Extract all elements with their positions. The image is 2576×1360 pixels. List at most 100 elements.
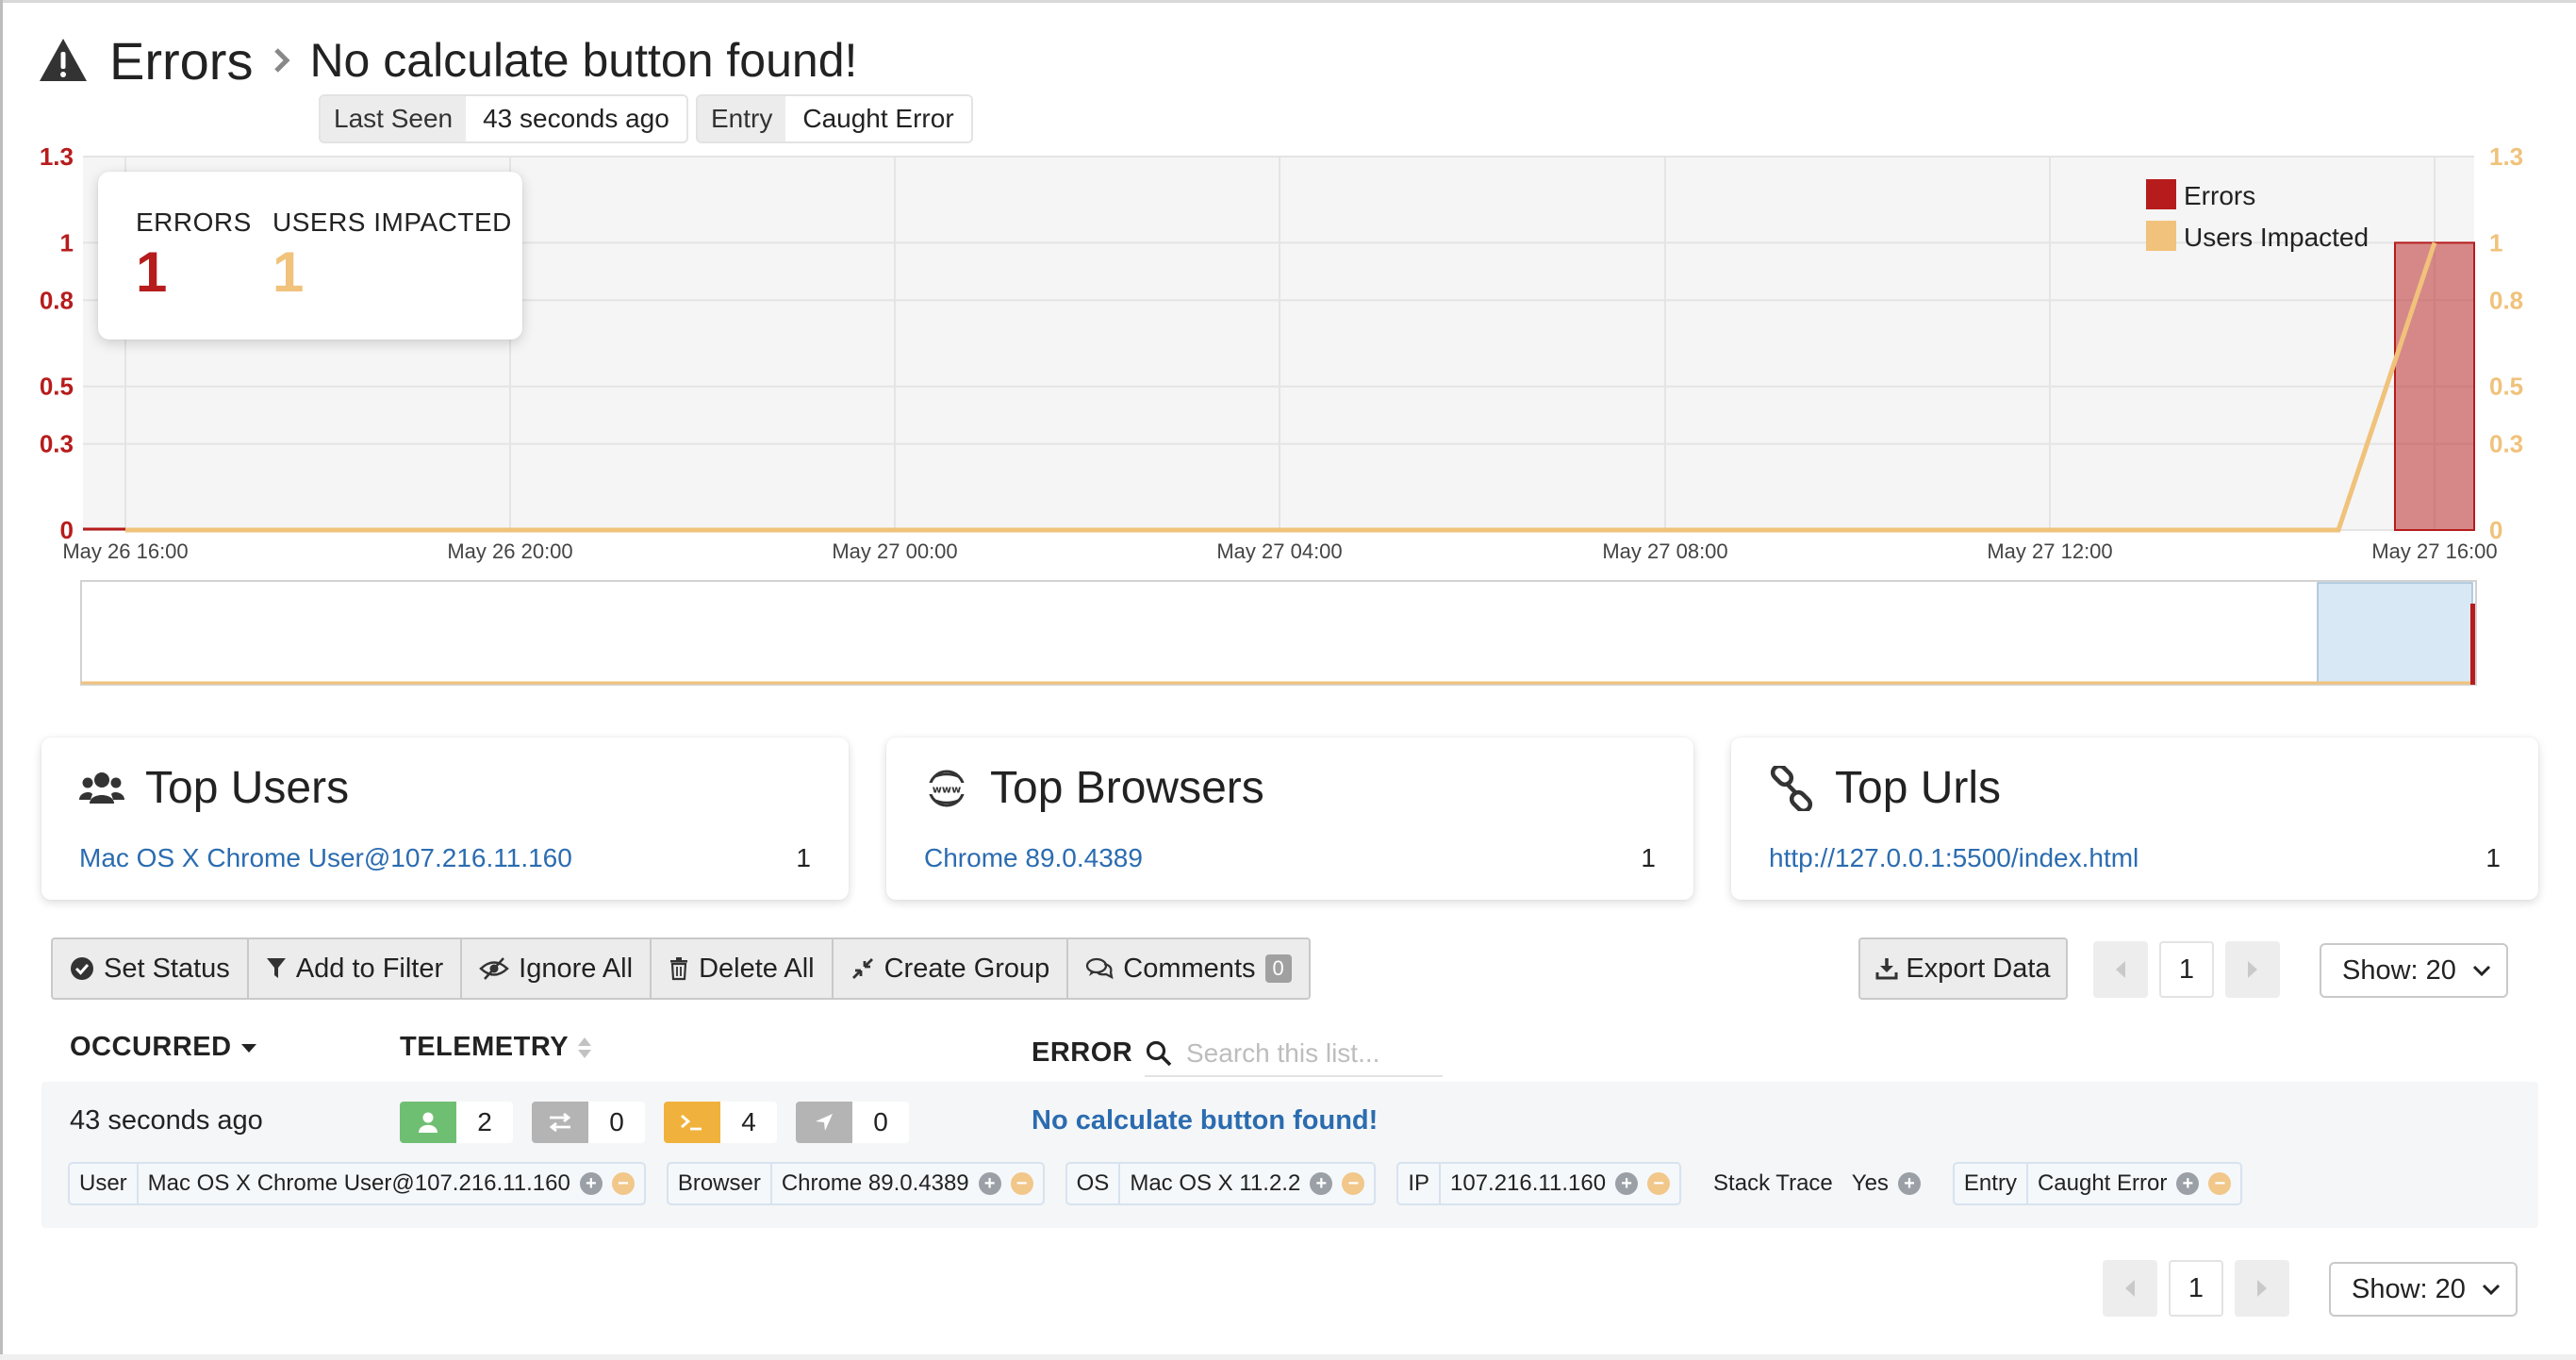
tag-stack-trace-value: Yes xyxy=(1851,1170,1889,1196)
tag-browser-key: Browser xyxy=(669,1164,772,1203)
last-seen-badge: Last Seen 43 seconds ago xyxy=(319,94,688,143)
tag-user: User Mac OS X Chrome User@107.216.11.160… xyxy=(68,1162,646,1205)
pagination-bottom: 1 xyxy=(2103,1260,2289,1317)
navigator-errors-bar xyxy=(2470,604,2475,685)
export-data-label: Export Data xyxy=(1906,953,2051,984)
chevron-down-icon xyxy=(2472,965,2491,977)
y-tick-label-right: 1 xyxy=(2489,228,2502,257)
column-occurred[interactable]: OCCURRED xyxy=(70,1032,258,1063)
add-filter-icon[interactable]: + xyxy=(2176,1172,2200,1195)
top-url-link[interactable]: http://127.0.0.1:5500/index.html xyxy=(1769,843,2138,873)
top-urls-title: Top Urls xyxy=(1769,762,2001,814)
page-size-select[interactable]: Show: 20 xyxy=(2320,943,2508,998)
pagination-top: 1 xyxy=(2093,941,2280,998)
y-tick-label-left: 0.5 xyxy=(40,373,74,401)
top-browser-link[interactable]: Chrome 89.0.4389 xyxy=(924,843,1143,873)
add-filter-icon[interactable]: + xyxy=(1615,1172,1639,1195)
telemetry-network-count: 0 xyxy=(588,1102,645,1143)
errors-count-label: ERRORS xyxy=(136,207,252,237)
users-impacted-value: 1 xyxy=(272,240,305,304)
top-user-link[interactable]: Mac OS X Chrome User@107.216.11.160 xyxy=(79,843,572,873)
telemetry-navigation-count: 0 xyxy=(852,1102,909,1143)
add-filter-icon[interactable]: + xyxy=(1897,1172,1921,1195)
exclude-filter-icon[interactable]: − xyxy=(1342,1172,1365,1195)
tag-stack-trace-key: Stack Trace xyxy=(1713,1170,1833,1196)
tag-os-key: OS xyxy=(1067,1164,1121,1203)
exchange-icon xyxy=(549,1112,571,1133)
page-size-select[interactable]: Show: 20 xyxy=(2329,1262,2518,1317)
errors-bar xyxy=(2394,241,2475,531)
caret-left-icon xyxy=(2125,1280,2135,1297)
next-page-button[interactable] xyxy=(2235,1260,2289,1317)
top-users-heading: Top Users xyxy=(145,763,350,813)
create-group-button[interactable]: Create Group xyxy=(834,939,1069,998)
top-browsers-panel: www Top Browsers Chrome 89.0.4389 1 xyxy=(886,738,1693,900)
current-page[interactable]: 1 xyxy=(2169,1260,2223,1317)
top-url-count: 1 xyxy=(2485,843,2501,872)
delete-all-button[interactable]: Delete All xyxy=(652,939,834,998)
y-tick-label-right: 0.8 xyxy=(2489,286,2523,314)
sort-icon xyxy=(578,1037,592,1058)
bulk-actions-toolbar: Set Status Add to Filter Ignore All Dele… xyxy=(51,937,1311,1000)
top-urls-heading: Top Urls xyxy=(1835,763,2002,813)
terminal-icon xyxy=(681,1114,702,1131)
exclude-filter-icon[interactable]: − xyxy=(1647,1172,1671,1195)
entry-badge: Entry Caught Error xyxy=(696,94,973,143)
exclude-filter-icon[interactable]: − xyxy=(2208,1172,2232,1195)
telemetry-users[interactable]: 2 xyxy=(400,1102,513,1143)
column-telemetry[interactable]: TELEMETRY xyxy=(400,1032,593,1063)
tag-ip-value: 107.216.11.160 xyxy=(1450,1170,1607,1196)
set-status-button[interactable]: Set Status xyxy=(53,939,249,998)
download-icon xyxy=(1875,958,1898,980)
comments-button[interactable]: Comments 0 xyxy=(1068,939,1308,998)
occurred-value: 43 seconds ago xyxy=(70,1105,263,1136)
column-telemetry-label: TELEMETRY xyxy=(400,1032,570,1062)
tag-ip-key: IP xyxy=(1398,1164,1441,1203)
telemetry-console[interactable]: 4 xyxy=(664,1102,777,1143)
entry-label: Entry xyxy=(698,96,786,141)
add-filter-icon[interactable]: + xyxy=(1310,1172,1333,1195)
tag-os-value: Mac OS X 11.2.2 xyxy=(1130,1170,1301,1196)
top-urls-panel: Top Urls http://127.0.0.1:5500/index.htm… xyxy=(1731,738,2538,900)
set-status-label: Set Status xyxy=(104,953,230,984)
x-tick-label: May 27 12:00 xyxy=(1987,539,2112,563)
tag-stack-trace: Stack Trace Yes + xyxy=(1702,1162,1932,1205)
check-circle-icon xyxy=(71,957,93,980)
entry-value: Caught Error xyxy=(785,96,971,141)
export-data-button[interactable]: Export Data xyxy=(1858,937,2068,1000)
column-error-label: ERROR xyxy=(1032,1037,1133,1068)
telemetry-network[interactable]: 0 xyxy=(532,1102,645,1143)
range-selection xyxy=(2317,582,2473,684)
list-item: Mac OS X Chrome User@107.216.11.160 1 xyxy=(79,843,811,873)
add-filter-icon[interactable]: + xyxy=(579,1172,603,1195)
top-user-count: 1 xyxy=(796,843,811,872)
warning-icon xyxy=(40,39,87,81)
list-item: http://127.0.0.1:5500/index.html 1 xyxy=(1769,843,2501,873)
errors-count-value: 1 xyxy=(136,240,168,304)
tag-entry-key: Entry xyxy=(1955,1164,2028,1203)
x-tick-label: May 27 08:00 xyxy=(1602,539,1727,563)
breadcrumb-errors[interactable]: Errors xyxy=(109,30,253,91)
add-to-filter-button[interactable]: Add to Filter xyxy=(249,939,463,998)
column-occurred-label: OCCURRED xyxy=(70,1032,232,1062)
page-size-value: Show: 20 xyxy=(2342,954,2456,986)
legend-errors-label: Errors xyxy=(2184,181,2255,210)
next-page-button[interactable] xyxy=(2225,941,2280,998)
y-tick-label-left: 0.3 xyxy=(40,430,74,458)
x-tick-label: May 27 00:00 xyxy=(832,539,957,563)
top-browser-count: 1 xyxy=(1641,843,1656,872)
telemetry-navigation[interactable]: 0 xyxy=(796,1102,909,1143)
add-filter-icon[interactable]: + xyxy=(978,1172,1001,1195)
users-impacted-label: USERS IMPACTED xyxy=(272,207,512,237)
caret-left-icon xyxy=(2116,961,2125,978)
error-title-link[interactable]: No calculate button found! xyxy=(1032,1105,1378,1136)
exclude-filter-icon[interactable]: − xyxy=(1010,1172,1033,1195)
prev-page-button[interactable] xyxy=(2103,1260,2157,1317)
prev-page-button[interactable] xyxy=(2093,941,2148,998)
add-to-filter-label: Add to Filter xyxy=(295,953,444,984)
ignore-all-button[interactable]: Ignore All xyxy=(462,939,652,998)
current-page[interactable]: 1 xyxy=(2159,941,2214,998)
exclude-filter-icon[interactable]: − xyxy=(611,1172,635,1195)
search-input[interactable] xyxy=(1186,1038,1431,1069)
chevron-down-icon xyxy=(2482,1284,2501,1296)
